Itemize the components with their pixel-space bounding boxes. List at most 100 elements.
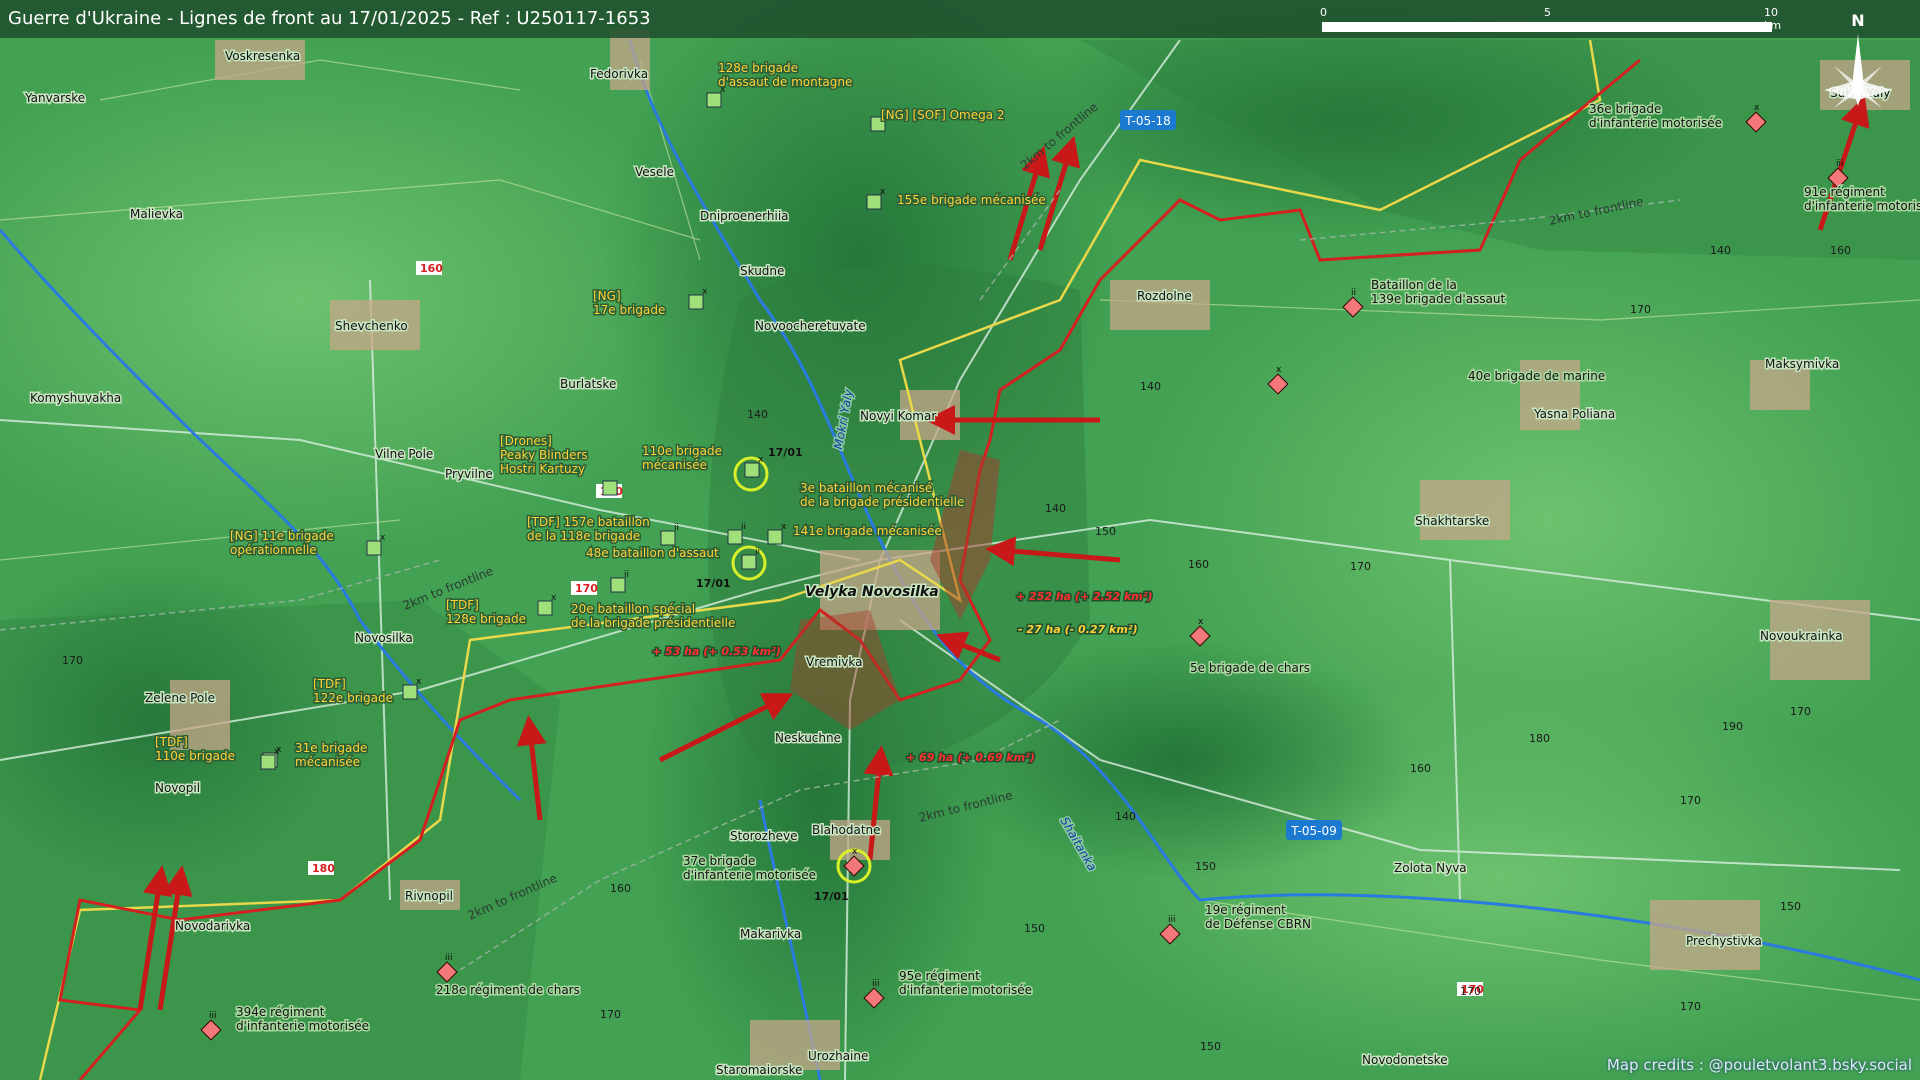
- elevation-label: 170: [1680, 1000, 1701, 1013]
- unit-echelon: iii: [209, 1011, 217, 1021]
- elevation-marker: 160: [1188, 558, 1209, 571]
- elevation-marker: 170: [571, 581, 598, 595]
- elevation-marker: 140: [1140, 380, 1161, 393]
- place-label: Novopil: [155, 781, 200, 795]
- elevation-label: 160: [1188, 558, 1209, 571]
- elevation-marker: 160: [1830, 244, 1851, 257]
- elevation-marker: 170: [62, 654, 83, 667]
- elevation-label: 170: [1350, 560, 1371, 573]
- unit-echelon: ii: [755, 547, 760, 557]
- place-label: Staromaiorske: [716, 1063, 803, 1077]
- unit-echelon: ii: [741, 522, 746, 532]
- elevation-label: 170: [600, 1008, 621, 1021]
- place-label: Komyshuvakha: [30, 391, 121, 405]
- unit-echelon: x: [416, 677, 422, 687]
- elevation-label: 150: [1024, 922, 1045, 935]
- road-badge-t0509: T-05-09: [1286, 820, 1342, 840]
- elevation-label: 170: [575, 582, 598, 595]
- scale-bar-line: [1322, 22, 1772, 32]
- elevation-label: 160: [1830, 244, 1851, 257]
- elevation-marker: 140: [747, 408, 768, 421]
- place-label: Urozhaine: [808, 1049, 868, 1063]
- place-label: Zelene Pole: [145, 691, 215, 705]
- elevation-marker: 170: [1790, 705, 1811, 718]
- place-label: Burlatske: [560, 377, 616, 391]
- gain-label: - 27 ha (- 0.27 km²): [1018, 623, 1138, 636]
- unit-echelon: ii: [1351, 288, 1356, 298]
- unit-echelon: x: [1754, 103, 1760, 113]
- elevation-marker: 170: [600, 1008, 621, 1021]
- elevation-marker: 150: [1024, 922, 1045, 935]
- place-label: Blahodatne: [812, 823, 881, 837]
- place-label: Shevchenko: [335, 319, 408, 333]
- ua-unit-label: 141e brigade mécanisée: [793, 524, 942, 538]
- elevation-marker: 150: [1195, 860, 1216, 873]
- unit-echelon: x: [380, 533, 386, 543]
- gain-label: + 53 ha (+ 0.53 km²): [652, 645, 781, 658]
- place-label: Makarivka: [740, 927, 801, 941]
- unit-echelon: x: [781, 522, 787, 532]
- place-label: Novosilka: [355, 631, 413, 645]
- unit-date: 17/01: [768, 446, 803, 459]
- elevation-marker: 150: [1780, 900, 1801, 913]
- place-label: Pryvilne: [445, 467, 493, 481]
- unit-echelon: x: [880, 187, 886, 197]
- gain-label: + 252 ha (+ 2.52 km²): [1016, 590, 1153, 603]
- elevation-label: 160: [420, 262, 443, 275]
- road-label: T-05-18: [1124, 114, 1170, 128]
- elevation-label: 150: [1195, 860, 1216, 873]
- place-label: Dniproenerhiia: [700, 209, 789, 223]
- elevation-marker: 180: [308, 861, 335, 875]
- unit-echelon: ii: [624, 570, 629, 580]
- elevation-label: 170: [1630, 303, 1651, 316]
- unit-echelon: x: [1276, 365, 1282, 375]
- unit-echelon: x: [852, 847, 858, 857]
- ua-unit-label: [NG] [SOF] Omega 2: [881, 108, 1005, 122]
- place-label: Prechystivka: [1686, 934, 1762, 948]
- elevation-marker: 150: [1200, 1040, 1221, 1053]
- elevation-marker: 160: [416, 261, 443, 275]
- elevation-label: 140: [1045, 502, 1066, 515]
- elevation-marker: 180: [1529, 732, 1550, 745]
- elevation-marker: 190: [1722, 720, 1743, 733]
- elevation-marker: 140: [1045, 502, 1066, 515]
- elevation-label: 140: [1115, 810, 1136, 823]
- scale-label-0: 0: [1320, 6, 1327, 19]
- place-label: Maksymivka: [1765, 357, 1839, 371]
- ua-unit-label: 155e brigade mécanisée: [897, 193, 1046, 207]
- elevation-marker: 160: [610, 882, 631, 895]
- place-label: Novyi Komar: [860, 409, 936, 423]
- place-label: Neskuchne: [775, 731, 841, 745]
- elevation-label: 190: [1722, 720, 1743, 733]
- place-label: Velyka Novosilka: [805, 584, 939, 600]
- elevation-marker: 170: [1680, 794, 1701, 807]
- map-canvas[interactable]: T-05-18 T-05-09 Voskresenka Yanvarske Fedo…: [0, 0, 1920, 1080]
- place-label: Skudne: [740, 264, 784, 278]
- elevation-label: 180: [1529, 732, 1550, 745]
- unit-date: 17/01: [696, 577, 731, 590]
- elevation-marker: 150: [1095, 525, 1116, 538]
- place-label: Zolota Nyva: [1394, 861, 1467, 875]
- elevation-marker: 140: [1710, 244, 1731, 257]
- unit-echelon: x: [1198, 617, 1204, 627]
- elevation-label: 150: [1095, 525, 1116, 538]
- place-label: Vremivka: [806, 655, 862, 669]
- elevation-marker: 160: [1410, 762, 1431, 775]
- elevation-label: 170: [62, 654, 83, 667]
- page-title: Guerre d'Ukraine - Lignes de front au 17…: [8, 8, 651, 29]
- gain-label: + 69 ha (+ 0.69 km²): [906, 751, 1035, 764]
- unit-echelon: iii: [872, 979, 880, 989]
- unit-echelon: iii: [445, 953, 453, 963]
- unit-echelon: x: [551, 593, 557, 603]
- scale-label-5: 5: [1544, 6, 1551, 19]
- unit-echelon: x: [702, 287, 708, 297]
- place-label: Vesele: [635, 165, 674, 179]
- elevation-label: 170: [1460, 985, 1481, 998]
- ru-unit-label: 218e régiment de chars: [436, 983, 580, 997]
- elevation-marker: 170: [1350, 560, 1371, 573]
- elevation-marker: 140: [1115, 810, 1136, 823]
- ru-unit-label: 5e brigade de chars: [1190, 661, 1310, 675]
- place-label: Novoukrainka: [1760, 629, 1843, 643]
- elevation-label: 170: [1680, 794, 1701, 807]
- unit-echelon: iii: [1836, 159, 1844, 169]
